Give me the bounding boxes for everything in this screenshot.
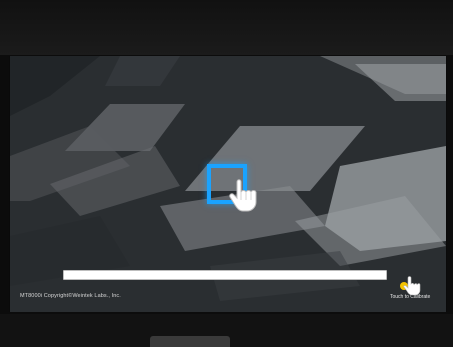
hand-pointer-icon [229, 179, 257, 212]
calibration-screen[interactable]: MT8000i Copyright©Weintek Labs., Inc. To… [9, 56, 447, 312]
progress-fill [64, 271, 386, 279]
monitor-stand [150, 336, 230, 347]
touch-hand-icon [400, 276, 421, 296]
monitor-bezel-top [0, 0, 453, 55]
photo-scene: MT8000i Copyright©Weintek Labs., Inc. To… [0, 0, 453, 347]
calibration-progress-bar [63, 270, 387, 280]
copyright-text: MT8000i Copyright©Weintek Labs., Inc. [20, 293, 121, 299]
touch-to-calibrate-label: Touch to Calibrate [390, 294, 431, 300]
